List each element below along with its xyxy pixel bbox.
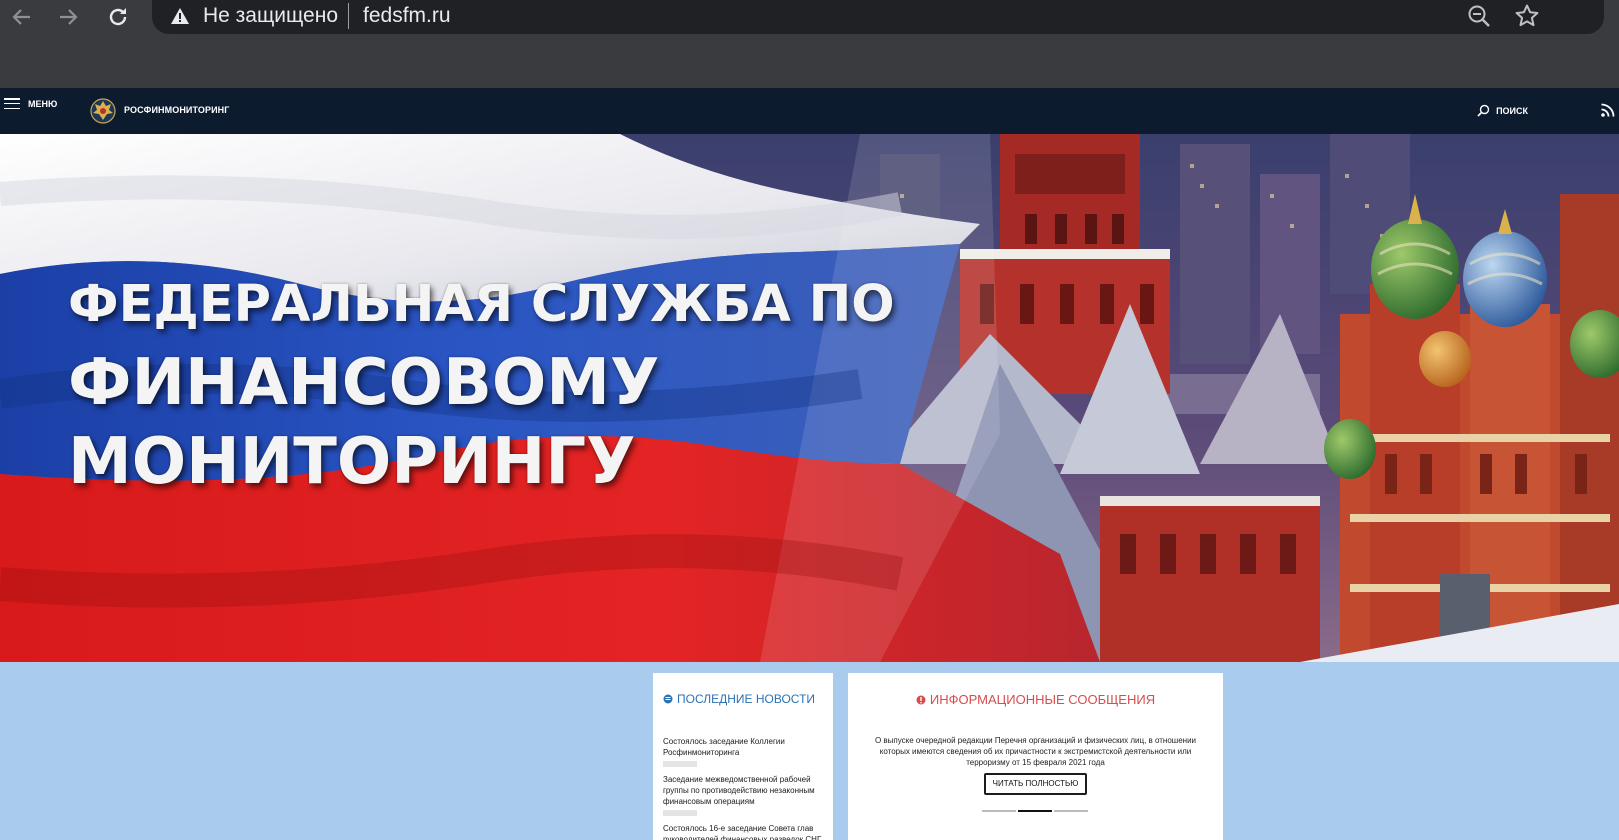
hero-title: ФЕДЕРАЛЬНАЯ СЛУЖБА ПО ФИНАНСОВОМУ МОНИТО… bbox=[68, 265, 895, 502]
brand-name[interactable]: РОСФИНМОНИТОРИНГ bbox=[124, 105, 229, 115]
warning-icon bbox=[171, 8, 189, 24]
url-divider bbox=[348, 3, 349, 29]
rss-icon[interactable] bbox=[1600, 102, 1616, 118]
news-heading[interactable]: ПОСЛЕДНИЕ НОВОСТИ bbox=[663, 692, 815, 706]
news-item-title: Заседание межведомственной рабочей групп… bbox=[663, 775, 815, 806]
forward-arrow-icon bbox=[60, 9, 78, 25]
bookmark-star-icon[interactable] bbox=[1514, 3, 1540, 29]
news-item[interactable]: Заседание межведомственной рабочей групп… bbox=[663, 774, 831, 816]
slider-dot-3[interactable] bbox=[1054, 810, 1088, 812]
hero-title-line-2: ФИНАНСОВОМУ bbox=[68, 346, 660, 420]
info-messages-card: ИНФОРМАЦИОННЫЕ СООБЩЕНИЯ О выпуске очере… bbox=[848, 673, 1223, 840]
search-label: ПОИСК bbox=[1496, 105, 1528, 116]
hero-banner: ФЕДЕРАЛЬНАЯ СЛУЖБА ПО ФИНАНСОВОМУ МОНИТО… bbox=[0, 134, 1619, 662]
reload-button[interactable] bbox=[100, 2, 136, 32]
news-icon bbox=[663, 694, 673, 704]
menu-button[interactable]: МЕНЮ bbox=[4, 98, 57, 109]
slider-dot-1[interactable] bbox=[982, 810, 1016, 812]
content-area: ПОСЛЕДНИЕ НОВОСТИ Состоялось заседание К… bbox=[0, 662, 1619, 840]
search-icon bbox=[1477, 104, 1490, 117]
info-heading[interactable]: ИНФОРМАЦИОННЫЕ СООБЩЕНИЯ bbox=[848, 692, 1223, 707]
reload-icon bbox=[109, 8, 127, 26]
emblem-logo-icon[interactable] bbox=[87, 94, 119, 126]
security-status[interactable]: Не защищено bbox=[203, 4, 338, 28]
back-button[interactable] bbox=[4, 2, 40, 32]
read-more-button[interactable]: ЧИТАТЬ ПОЛНОСТЬЮ bbox=[984, 773, 1087, 795]
forward-button[interactable] bbox=[50, 2, 86, 32]
hero-title-line-1: ФЕДЕРАЛЬНАЯ СЛУЖБА ПО bbox=[68, 275, 895, 334]
hero-title-line-3: МОНИТОРИНГУ bbox=[68, 425, 636, 499]
browser-toolbar: Не защищено fedsfm.ru bbox=[0, 0, 1619, 88]
search-button[interactable]: ПОИСК bbox=[1477, 104, 1528, 117]
news-item-date bbox=[663, 761, 697, 767]
news-heading-label: ПОСЛЕДНИЕ НОВОСТИ bbox=[677, 692, 816, 706]
slider-indicators bbox=[982, 810, 1090, 812]
news-item[interactable]: Состоялось заседание Коллегии Росфинмони… bbox=[663, 736, 831, 767]
url-text[interactable]: fedsfm.ru bbox=[363, 4, 451, 28]
hamburger-icon bbox=[4, 98, 20, 109]
latest-news-card: ПОСЛЕДНИЕ НОВОСТИ Состоялось заседание К… bbox=[653, 673, 833, 840]
info-message-text: О выпуске очередной редакции Перечня орг… bbox=[874, 736, 1197, 767]
news-item[interactable]: Состоялось 16-е заседание Совета глав ру… bbox=[663, 823, 831, 840]
news-item-title: Состоялось заседание Коллегии Росфинмони… bbox=[663, 737, 785, 757]
site-header: МЕНЮ РОСФИНМОНИТОРИНГ ПОИСК bbox=[0, 88, 1619, 134]
address-bar[interactable]: Не защищено fedsfm.ru bbox=[152, 0, 1604, 34]
menu-label: МЕНЮ bbox=[28, 98, 58, 109]
back-arrow-icon bbox=[12, 9, 30, 25]
info-icon bbox=[916, 695, 926, 704]
slider-dot-2[interactable] bbox=[1018, 810, 1052, 812]
news-list: Состоялось заседание Коллегии Росфинмони… bbox=[663, 736, 831, 840]
info-heading-label: ИНФОРМАЦИОННЫЕ СООБЩЕНИЯ bbox=[929, 692, 1156, 707]
news-item-title: Состоялось 16-е заседание Совета глав ру… bbox=[663, 824, 822, 840]
zoom-icon[interactable] bbox=[1466, 3, 1492, 29]
news-item-date bbox=[663, 810, 697, 816]
